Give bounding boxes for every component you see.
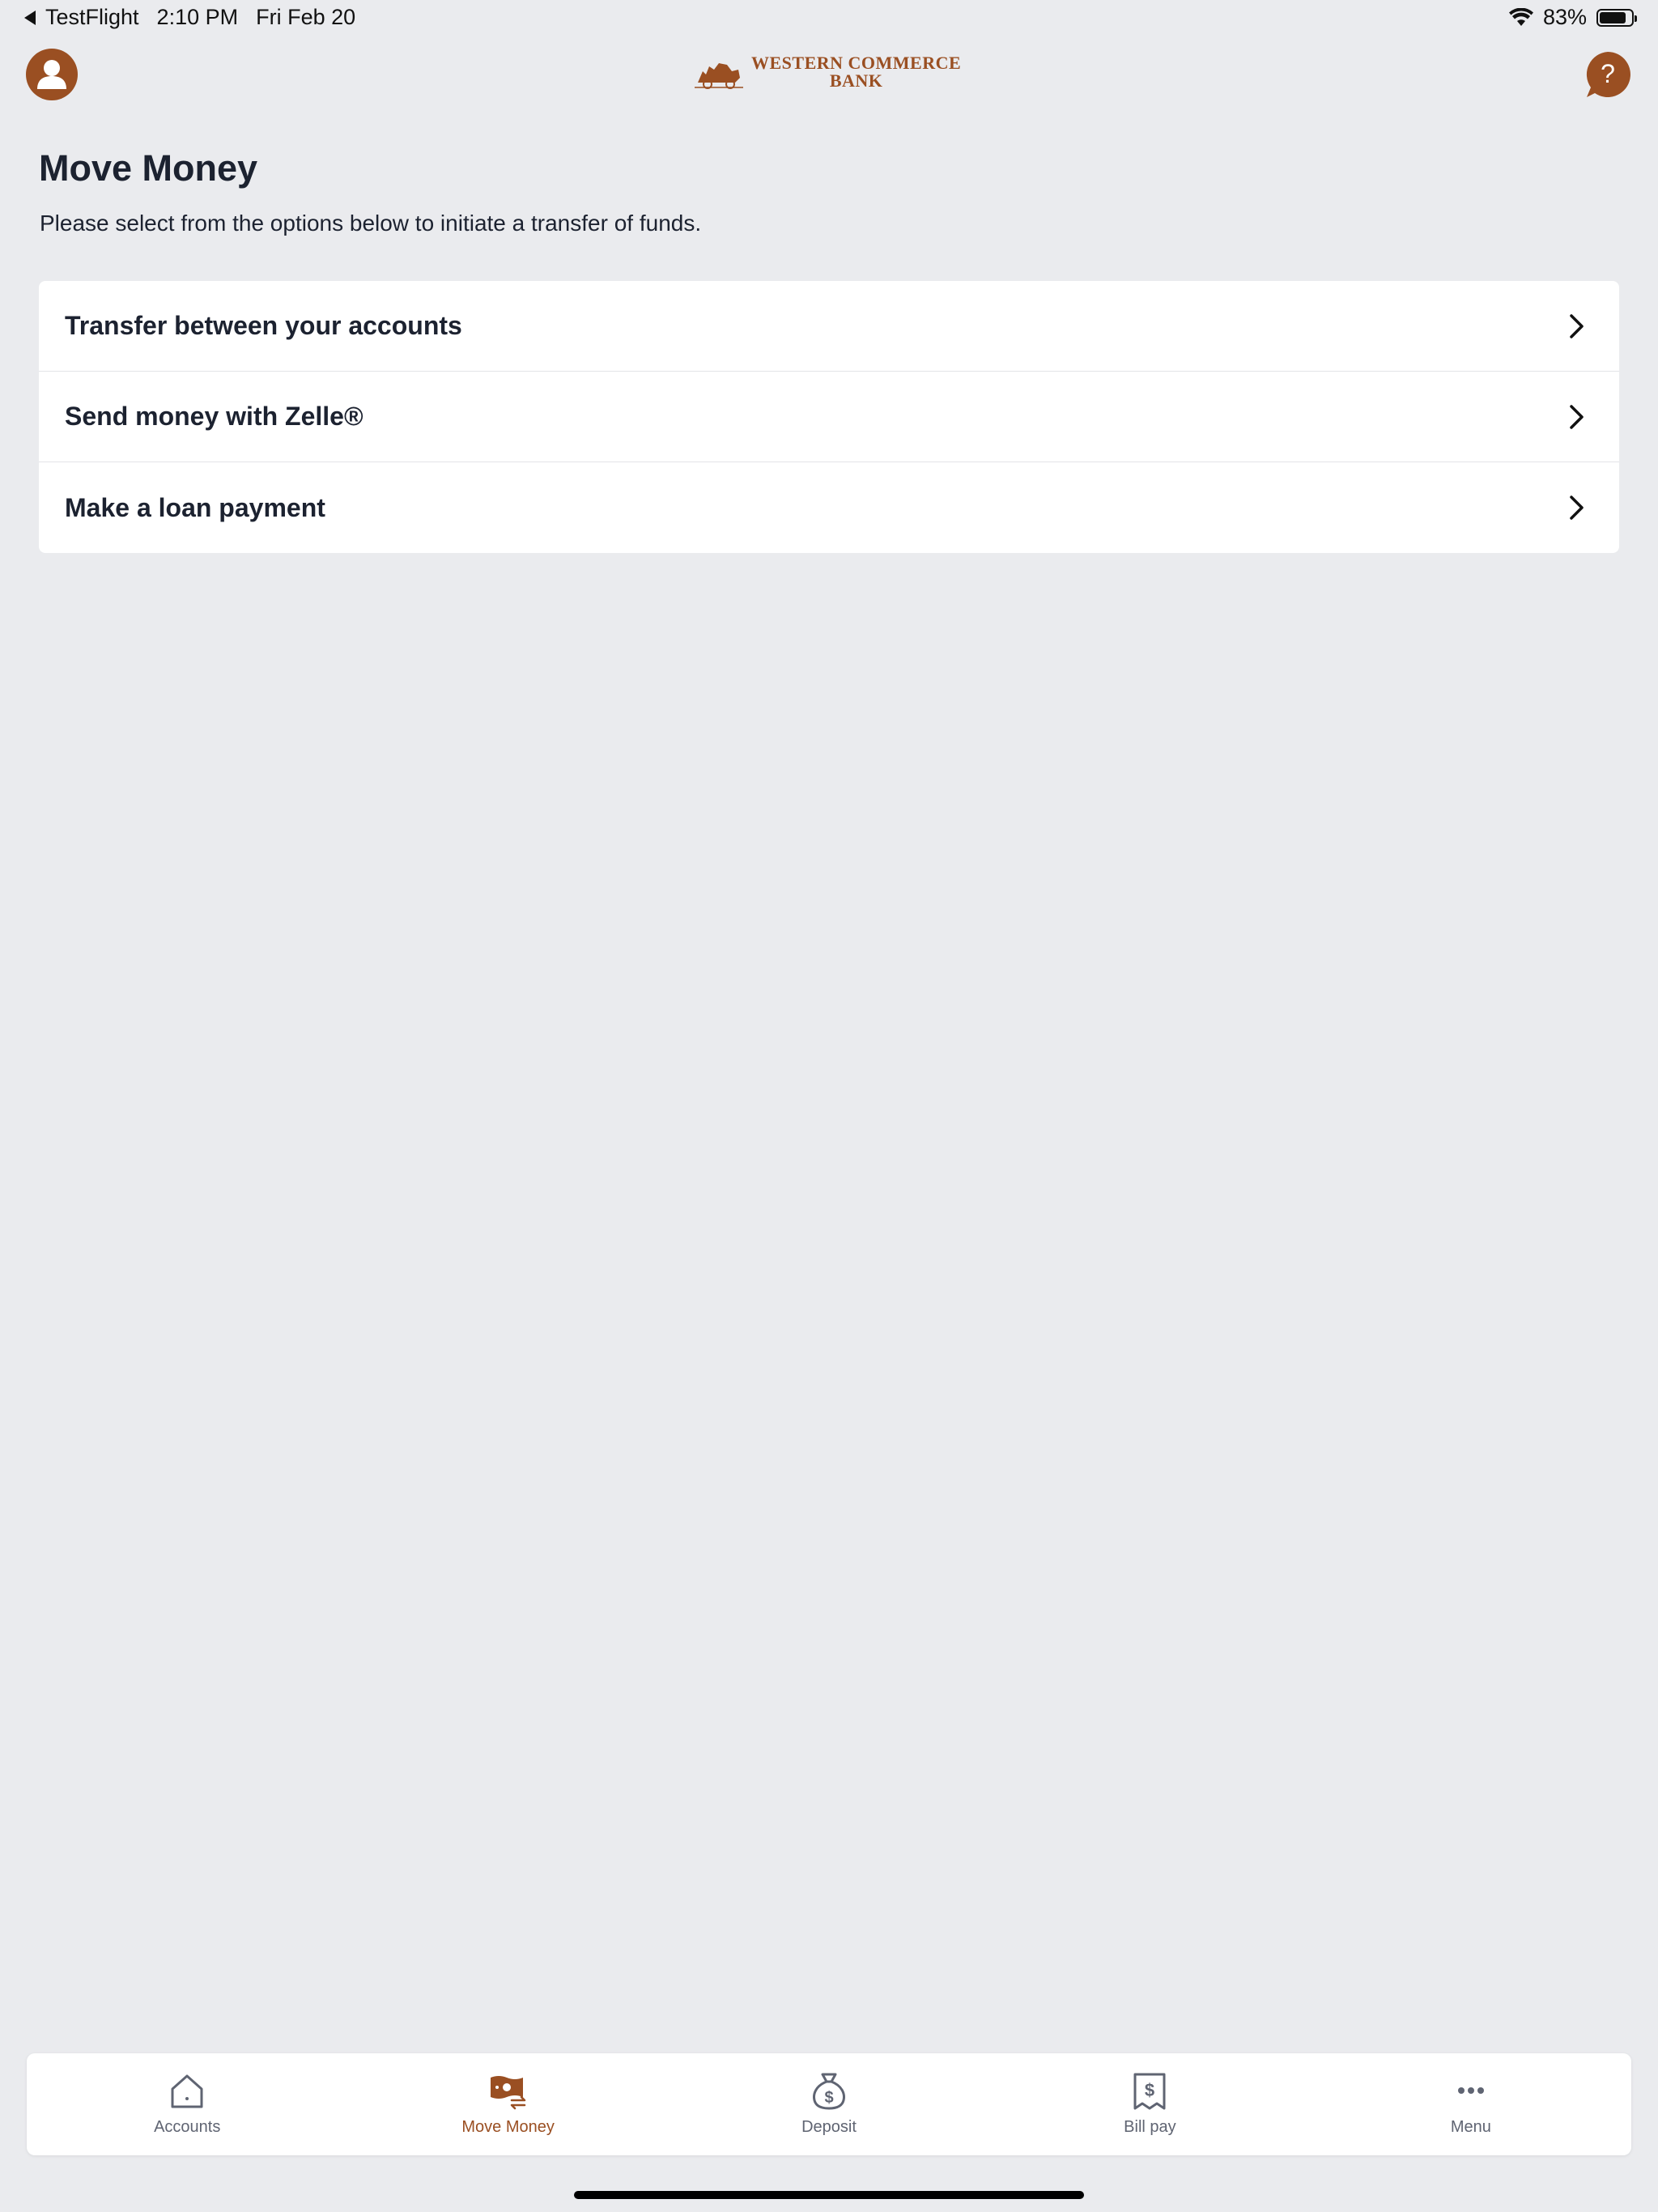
status-left: TestFlight 2:10 PM Fri Feb 20 xyxy=(24,5,355,30)
status-date: Fri Feb 20 xyxy=(256,5,356,29)
stagecoach-logo-icon xyxy=(695,63,743,89)
status-right: 83% xyxy=(1508,5,1637,30)
user-avatar-icon xyxy=(37,60,66,89)
help-button[interactable]: ? xyxy=(1584,50,1632,99)
nav-item-accounts[interactable]: Accounts xyxy=(27,2053,347,2155)
nav-item-bill-pay[interactable]: $ Bill pay xyxy=(989,2053,1310,2155)
bill-receipt-icon: $ xyxy=(1133,2073,1166,2110)
chevron-right-icon xyxy=(1570,404,1584,429)
house-icon xyxy=(171,2074,203,2108)
page-subtitle: Please select from the options below to … xyxy=(40,211,702,236)
transfer-options-list: Transfer between your accounts Send mone… xyxy=(39,281,1619,553)
back-caret-icon xyxy=(24,10,36,25)
logo-text: WESTERN COMMERCE BANK xyxy=(751,54,961,90)
bottom-nav: Accounts Move Money $ Deposit $ Bill pay xyxy=(27,2053,1631,2155)
battery-percent: 83% xyxy=(1542,5,1587,29)
nav-label: Accounts xyxy=(154,2118,221,2136)
help-question-icon: ? xyxy=(1586,52,1630,97)
money-transfer-icon xyxy=(490,2076,525,2110)
profile-button[interactable] xyxy=(26,49,78,100)
nav-item-deposit[interactable]: $ Deposit xyxy=(669,2053,989,2155)
logo-line-2: BANK xyxy=(829,70,883,91)
back-to-app-link[interactable]: TestFlight xyxy=(24,5,139,30)
svg-text:?: ? xyxy=(1601,59,1615,88)
wifi-icon xyxy=(1508,7,1533,26)
more-dots-icon xyxy=(1457,2087,1484,2094)
option-make-loan-payment[interactable]: Make a loan payment xyxy=(39,462,1619,553)
svg-text:$: $ xyxy=(1145,2080,1154,2100)
home-indicator[interactable] xyxy=(574,2191,1084,2199)
svg-text:$: $ xyxy=(824,2089,833,2107)
option-label: Make a loan payment xyxy=(65,492,325,522)
option-transfer-between-accounts[interactable]: Transfer between your accounts xyxy=(39,281,1619,372)
nav-item-move-money[interactable]: Move Money xyxy=(347,2053,668,2155)
nav-label: Deposit xyxy=(801,2118,857,2136)
battery-icon xyxy=(1596,8,1637,27)
nav-label: Move Money xyxy=(461,2118,555,2136)
option-label: Transfer between your accounts xyxy=(65,311,462,340)
status-bar: TestFlight 2:10 PM Fri Feb 20 83% xyxy=(0,0,1658,37)
battery-fill xyxy=(1600,11,1626,23)
page-title: Move Money xyxy=(39,147,258,189)
chevron-right-icon xyxy=(1570,313,1584,338)
nav-label: Menu xyxy=(1450,2118,1491,2136)
back-app-label: TestFlight xyxy=(45,5,139,29)
nav-item-menu[interactable]: Menu xyxy=(1311,2053,1631,2155)
chevron-right-icon xyxy=(1570,496,1584,520)
nav-label: Bill pay xyxy=(1124,2118,1176,2136)
option-send-money-zelle[interactable]: Send money with Zelle® xyxy=(39,372,1619,462)
money-bag-icon: $ xyxy=(813,2073,845,2110)
status-time: 2:10 PM xyxy=(156,5,239,29)
option-label: Send money with Zelle® xyxy=(65,402,363,431)
logo-line-1: WESTERN COMMERCE xyxy=(751,53,962,73)
bank-logo: WESTERN COMMERCE BANK xyxy=(695,53,961,91)
